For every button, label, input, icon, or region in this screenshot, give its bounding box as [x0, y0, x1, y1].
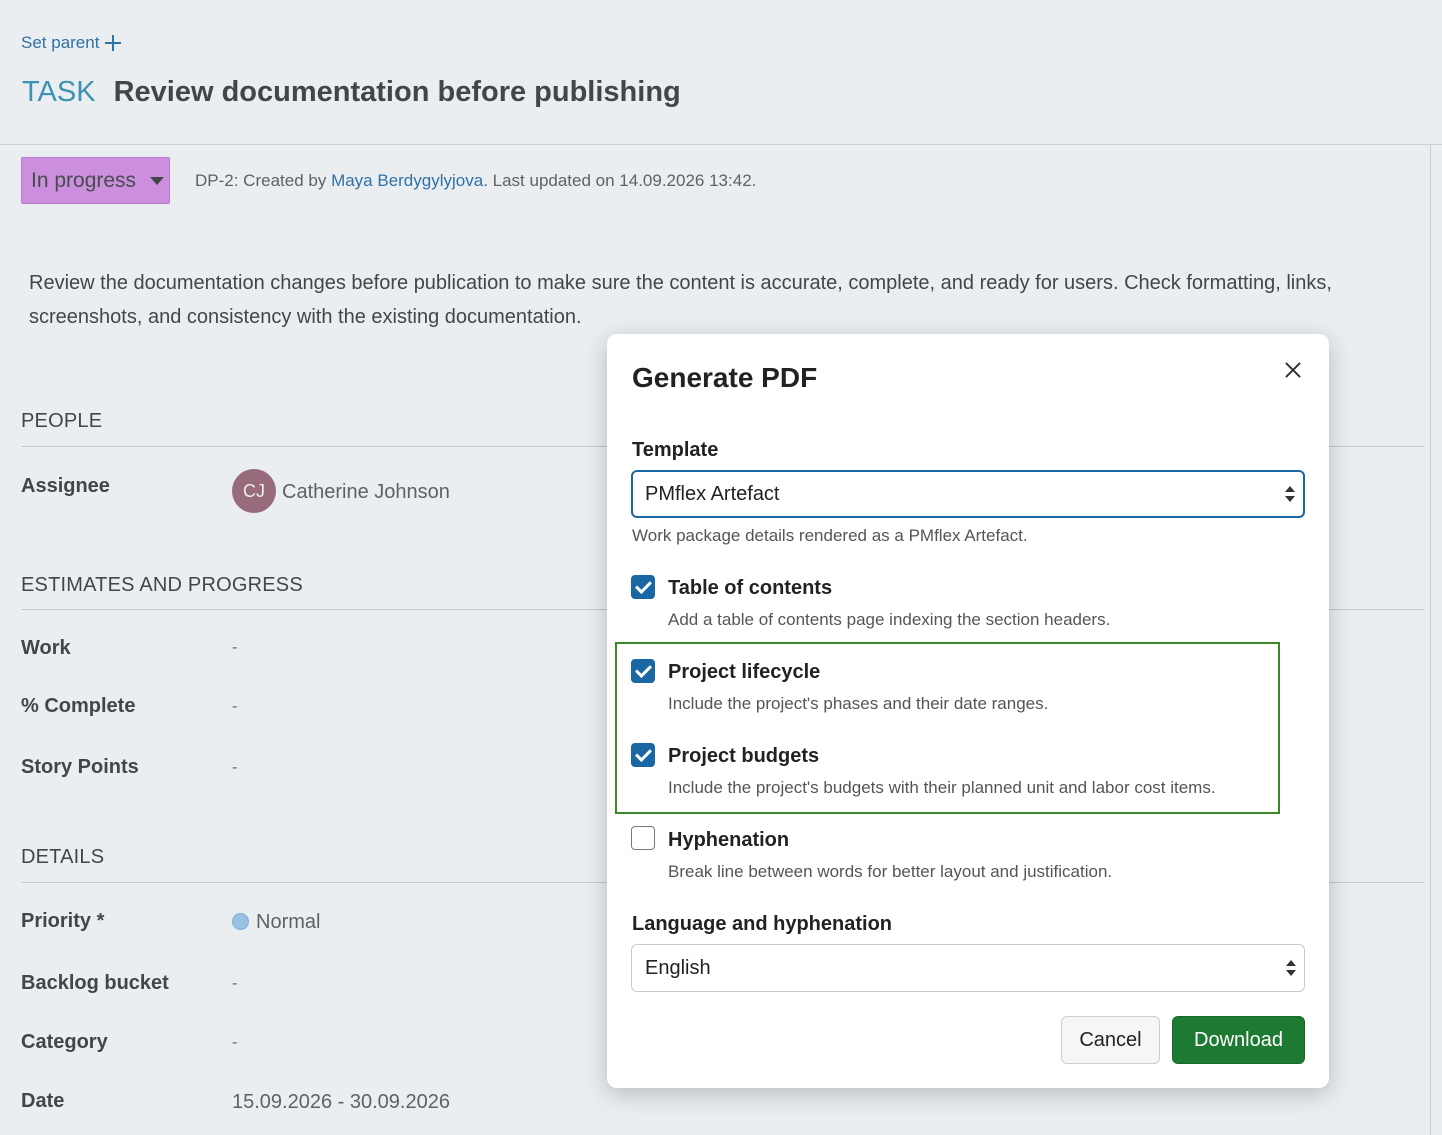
template-select-value: PMflex Artefact	[645, 482, 780, 505]
select-arrows-icon	[1285, 486, 1295, 502]
cancel-button[interactable]: Cancel	[1061, 1016, 1160, 1064]
language-select[interactable]: English	[631, 944, 1305, 992]
generate-pdf-dialog: Generate PDF Template PMflex Artefact Wo…	[607, 334, 1329, 1088]
close-icon[interactable]	[1283, 360, 1303, 380]
table-of-contents-label[interactable]: Table of contents	[668, 577, 832, 600]
dialog-title: Generate PDF	[632, 362, 818, 393]
project-budgets-label[interactable]: Project budgets	[668, 745, 819, 768]
hyphenation-checkbox[interactable]	[631, 826, 655, 850]
table-of-contents-checkbox[interactable]	[631, 575, 655, 599]
template-hint: Work package details rendered as a PMfle…	[632, 526, 1028, 545]
table-of-contents-description: Add a table of contents page indexing th…	[668, 610, 1111, 629]
hyphenation-label[interactable]: Hyphenation	[668, 829, 789, 852]
language-select-value: English	[645, 956, 711, 979]
project-budgets-description: Include the project's budgets with their…	[668, 778, 1216, 797]
language-label: Language and hyphenation	[632, 913, 893, 935]
project-lifecycle-label[interactable]: Project lifecycle	[668, 661, 820, 684]
select-arrows-icon	[1286, 960, 1296, 976]
project-budgets-checkbox[interactable]	[631, 743, 655, 767]
project-lifecycle-checkbox[interactable]	[631, 659, 655, 683]
hyphenation-description: Break line between words for better layo…	[668, 862, 1113, 881]
project-lifecycle-description: Include the project's phases and their d…	[668, 694, 1049, 713]
download-button[interactable]: Download	[1172, 1016, 1305, 1064]
template-select[interactable]: PMflex Artefact	[631, 470, 1305, 518]
template-label: Template	[632, 439, 719, 461]
